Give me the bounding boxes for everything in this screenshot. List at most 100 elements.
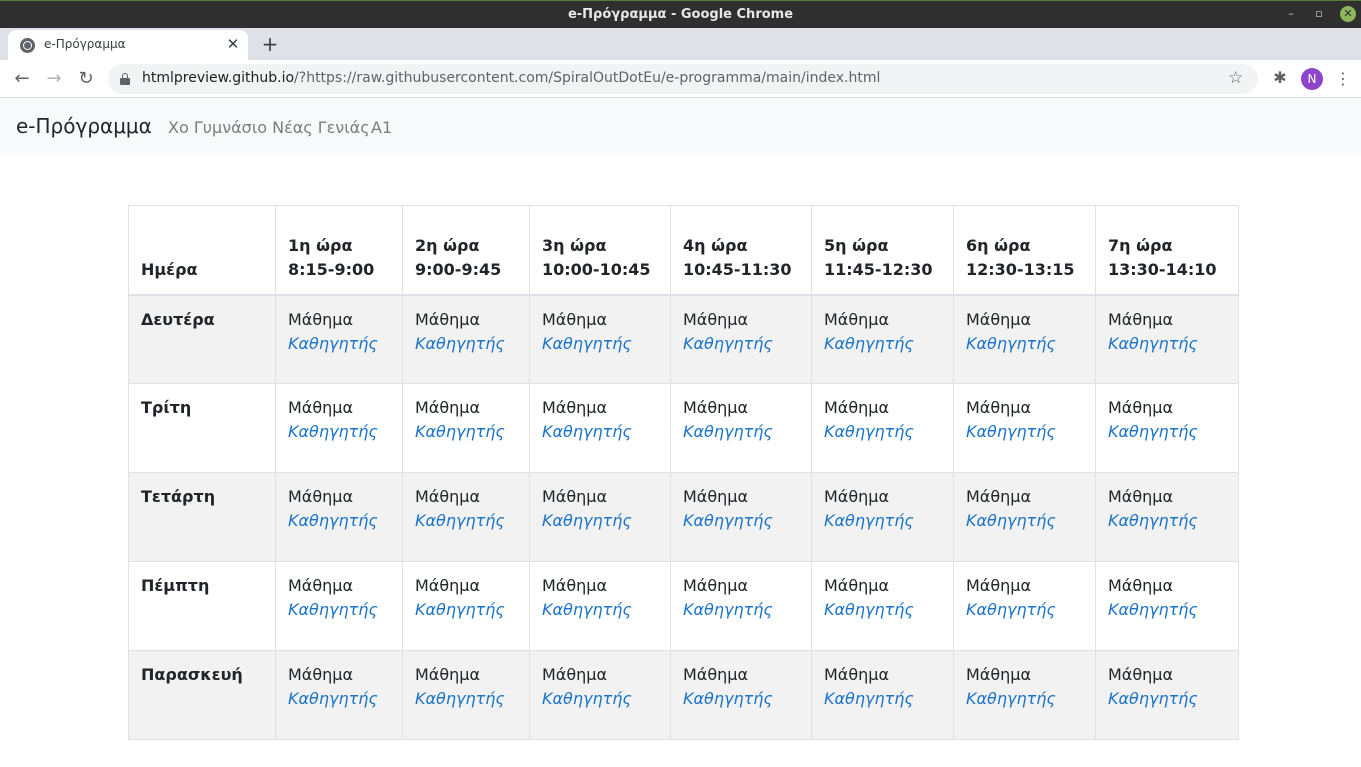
globe-icon: [20, 38, 35, 53]
period-time: 9:00-9:45: [415, 259, 502, 279]
teacher-link[interactable]: Καθηγητής: [824, 687, 941, 711]
teacher-link[interactable]: Καθηγητής: [542, 509, 658, 533]
teacher-link[interactable]: Καθηγητής: [966, 687, 1083, 711]
teacher-link[interactable]: Καθηγητής: [824, 598, 941, 622]
teacher-link[interactable]: Καθηγητής: [415, 687, 517, 711]
teacher-link[interactable]: Καθηγητής: [1108, 687, 1226, 711]
timetable-cell: Μάθημα Καθηγητής: [953, 383, 1096, 473]
timetable-cell: Μάθημα Καθηγητής: [811, 294, 954, 384]
teacher-link[interactable]: Καθηγητής: [683, 598, 799, 622]
timetable-cell: Μάθημα Καθηγητής: [1095, 472, 1239, 562]
teacher-link[interactable]: Καθηγητής: [683, 420, 799, 444]
tab-title: e-Πρόγραμμα: [44, 37, 126, 51]
tab-close-icon[interactable]: ✕: [224, 35, 242, 53]
teacher-link[interactable]: Καθηγητής: [683, 509, 799, 533]
teacher-link[interactable]: Καθηγητής: [1108, 509, 1226, 533]
period-header: 7η ώρα 13:30-14:10: [1095, 205, 1239, 296]
teacher-link[interactable]: Καθηγητής: [542, 598, 658, 622]
teacher-link[interactable]: Καθηγητής: [1108, 332, 1226, 356]
timetable-cell: Μάθημα Καθηγητής: [953, 650, 1096, 740]
teacher-link[interactable]: Καθηγητής: [824, 509, 941, 533]
teacher-link[interactable]: Καθηγητής: [824, 332, 941, 356]
timetable-cell: Μάθημα Καθηγητής: [670, 383, 812, 473]
timetable-cell: Μάθημα Καθηγητής: [670, 561, 812, 651]
minimize-icon[interactable]: –: [1283, 6, 1299, 22]
close-window-icon[interactable]: ✕: [1340, 6, 1356, 22]
window-title: e-Πρόγραμμα - Google Chrome: [567, 7, 794, 22]
timetable-cell: Μάθημα Καθηγητής: [1095, 294, 1239, 384]
address-bar[interactable]: htmlpreview.github.io/?https://raw.githu…: [108, 64, 1258, 94]
day-name: Δευτέρα: [128, 294, 276, 384]
puzzle-icon[interactable]: ✱: [1270, 68, 1290, 88]
subject-name: Μάθημα: [1108, 576, 1174, 595]
subject-name: Μάθημα: [966, 309, 1032, 329]
site-navbar: e-Πρόγραμμα Χο Γυμνάσιο Νέας Γενιάς Α1: [0, 99, 1361, 155]
teacher-link[interactable]: Καθηγητής: [415, 420, 517, 444]
day-column-header: Ημέρα: [128, 205, 276, 296]
subject-name: Μάθημα: [542, 398, 608, 417]
subject-name: Μάθημα: [542, 576, 608, 595]
timetable-cell: Μάθημα Καθηγητής: [811, 383, 954, 473]
avatar[interactable]: N: [1301, 68, 1323, 90]
table-row: Δευτέρα Μάθημα Καθηγητής Μάθημα Καθηγητής Μάθ…: [128, 294, 1239, 384]
navbar-brand[interactable]: e-Πρόγραμμα: [16, 114, 152, 138]
nav-link-school[interactable]: Χο Γυμνάσιο Νέας Γενιάς: [168, 118, 370, 137]
timetable-cell: Μάθημα Καθηγητής: [529, 650, 671, 740]
browser-toolbar: ← → ↻ htmlpreview.github.io/?https://raw…: [0, 60, 1361, 98]
teacher-link[interactable]: Καθηγητής: [415, 509, 517, 533]
tab-e-programma[interactable]: e-Πρόγραμμα ✕: [8, 30, 248, 60]
subject-name: Μάθημα: [415, 398, 481, 417]
period-header: 1η ώρα 8:15-9:00: [275, 205, 403, 296]
teacher-link[interactable]: Καθηγητής: [288, 598, 390, 622]
teacher-link[interactable]: Καθηγητής: [288, 509, 390, 533]
timetable-cell: Μάθημα Καθηγητής: [953, 294, 1096, 384]
timetable-cell: Μάθημα Καθηγητής: [670, 472, 812, 562]
nav-link-class[interactable]: Α1: [371, 118, 392, 137]
subject-name: Μάθημα: [683, 309, 749, 329]
period-label: 3η ώρα: [542, 235, 607, 255]
timetable-cell: Μάθημα Καθηγητής: [275, 294, 403, 384]
period-label: 7η ώρα: [1108, 235, 1173, 255]
url-text[interactable]: htmlpreview.github.io/?https://raw.githu…: [142, 70, 880, 86]
teacher-link[interactable]: Καθηγητής: [824, 420, 941, 444]
teacher-link[interactable]: Καθηγητής: [966, 509, 1083, 533]
teacher-link[interactable]: Καθηγητής: [288, 687, 390, 711]
maximize-icon[interactable]: ▫: [1311, 6, 1327, 22]
timetable-cell: Μάθημα Καθηγητής: [275, 561, 403, 651]
period-label: 1η ώρα: [288, 235, 353, 255]
timetable-cell: Μάθημα Καθηγητής: [529, 383, 671, 473]
reload-icon[interactable]: ↻: [75, 68, 97, 90]
teacher-link[interactable]: Καθηγητής: [1108, 598, 1226, 622]
teacher-link[interactable]: Καθηγητής: [542, 687, 658, 711]
teacher-link[interactable]: Καθηγητής: [966, 332, 1083, 356]
timetable-body: Δευτέρα Μάθημα Καθηγητής Μάθημα Καθηγητής Μάθ…: [128, 294, 1239, 740]
lock-icon[interactable]: [120, 73, 130, 85]
back-arrow-icon[interactable]: ←: [11, 68, 33, 90]
forward-arrow-icon[interactable]: →: [43, 68, 65, 90]
table-row: Πέμπτη Μάθημα Καθηγητής Μάθημα Καθηγητής Μάθη…: [128, 561, 1239, 651]
teacher-link[interactable]: Καθηγητής: [683, 332, 799, 356]
kebab-menu-icon[interactable]: ⋮: [1335, 68, 1351, 90]
teacher-link[interactable]: Καθηγητής: [1108, 420, 1226, 444]
teacher-link[interactable]: Καθηγητής: [415, 598, 517, 622]
subject-name: Μάθημα: [966, 665, 1032, 684]
tab-strip: e-Πρόγραμμα ✕ +: [0, 28, 1361, 60]
subject-name: Μάθημα: [683, 665, 749, 684]
star-icon[interactable]: ☆: [1228, 68, 1243, 88]
new-tab-button[interactable]: +: [258, 32, 282, 56]
period-time: 10:00-10:45: [542, 259, 651, 279]
day-name: Παρασκευή: [128, 650, 276, 740]
period-time: 8:15-9:00: [288, 259, 375, 279]
teacher-link[interactable]: Καθηγητής: [542, 420, 658, 444]
teacher-link[interactable]: Καθηγητής: [288, 420, 390, 444]
timetable-cell: Μάθημα Καθηγητής: [953, 472, 1096, 562]
teacher-link[interactable]: Καθηγητής: [288, 332, 390, 356]
timetable-cell: Μάθημα Καθηγητής: [1095, 561, 1239, 651]
timetable-cell: Μάθημα Καθηγητής: [529, 472, 671, 562]
subject-name: Μάθημα: [288, 665, 354, 684]
teacher-link[interactable]: Καθηγητής: [683, 687, 799, 711]
teacher-link[interactable]: Καθηγητής: [415, 332, 517, 356]
teacher-link[interactable]: Καθηγητής: [966, 598, 1083, 622]
teacher-link[interactable]: Καθηγητής: [542, 332, 658, 356]
teacher-link[interactable]: Καθηγητής: [966, 420, 1083, 444]
